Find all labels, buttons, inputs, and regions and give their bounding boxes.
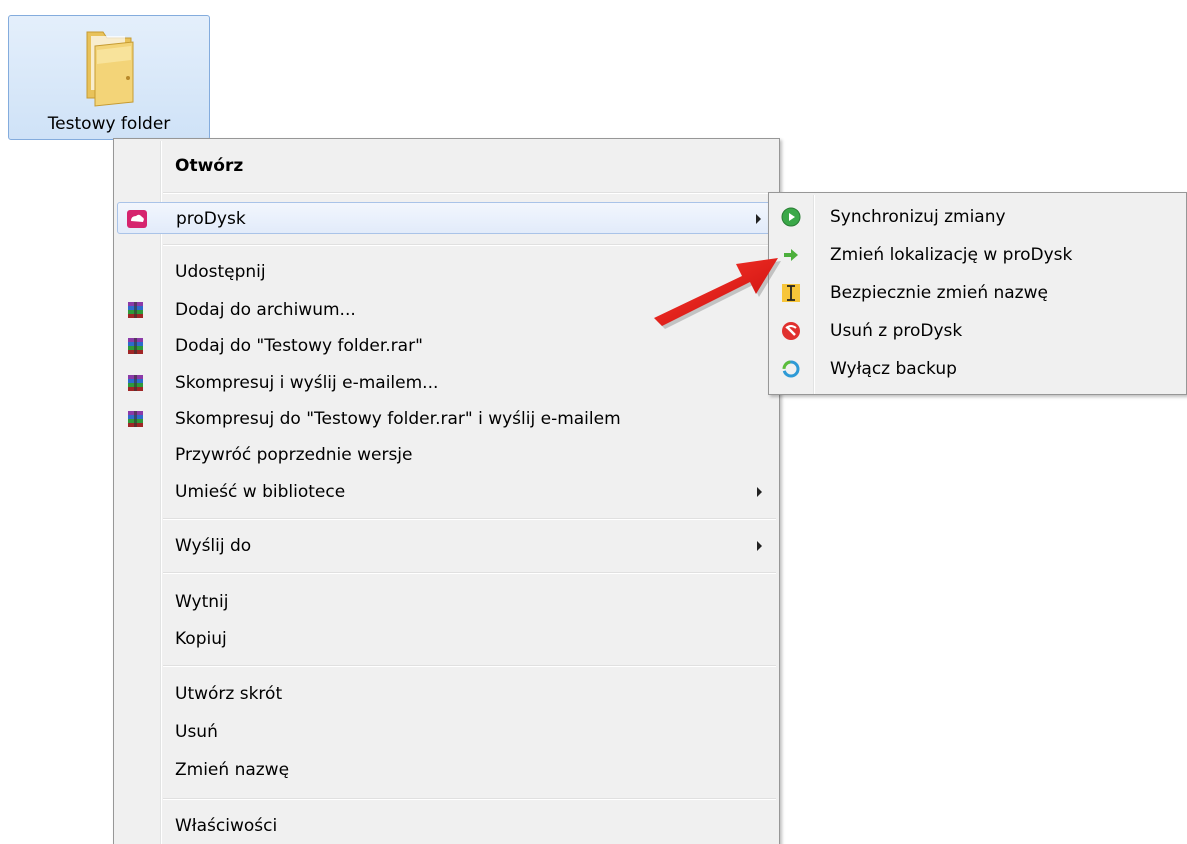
menu-item-send-to[interactable]: Wyślij do: [117, 530, 776, 562]
menu-item-label: Kopiuj: [175, 629, 227, 649]
menu-item-rename[interactable]: Zmień nazwę: [117, 754, 776, 786]
menu-item-label: proDysk: [176, 209, 246, 229]
submenu-arrow-icon: [757, 541, 762, 551]
menu-item-label: Otwórz: [175, 156, 244, 176]
menu-item-cut[interactable]: Wytnij: [117, 586, 776, 618]
menu-item-open[interactable]: Otwórz: [117, 150, 776, 182]
menu-item-create-shortcut[interactable]: Utwórz skrót: [117, 678, 776, 710]
submenu-item-change-location[interactable]: Zmień lokalizację w proDysk: [772, 237, 1183, 273]
menu-item-compress-rar-email[interactable]: Skompresuj do "Testowy folder.rar" i wyś…: [117, 403, 776, 435]
menu-separator: [163, 798, 776, 800]
submenu-arrow-icon: [756, 214, 761, 224]
submenu-item-remove[interactable]: Usuń z proDysk: [772, 313, 1183, 349]
menu-item-label: Zmień nazwę: [175, 760, 290, 780]
folder-label: Testowy folder: [47, 114, 171, 134]
menu-item-label: Umieść w bibliotece: [175, 482, 346, 502]
sync-play-icon: [781, 207, 801, 227]
menu-item-properties[interactable]: Właściwości: [117, 810, 776, 842]
menu-item-label: Dodaj do archiwum...: [175, 300, 356, 320]
winrar-icon: [128, 338, 143, 354]
submenu-item-safe-rename[interactable]: Bezpiecznie zmień nazwę: [772, 275, 1183, 311]
menu-item-label: Właściwości: [175, 816, 278, 836]
submenu-item-label: Zmień lokalizację w proDysk: [830, 245, 1073, 265]
folder-item[interactable]: Testowy folder: [8, 15, 210, 140]
annotation-arrow-icon: [654, 258, 781, 329]
submenu-item-label: Wyłącz backup: [830, 359, 957, 379]
menu-item-label: Dodaj do "Testowy folder.rar": [175, 336, 423, 356]
prodysk-icon: [127, 210, 147, 228]
menu-item-delete[interactable]: Usuń: [117, 716, 776, 748]
submenu-item-label: Synchronizuj zmiany: [830, 207, 1006, 227]
submenu-item-label: Bezpiecznie zmień nazwę: [830, 283, 1048, 303]
winrar-icon: [128, 375, 143, 391]
menu-separator: [163, 192, 776, 194]
menu-item-label: Przywróć poprzednie wersje: [175, 445, 413, 465]
menu-item-label: Skompresuj do "Testowy folder.rar" i wyś…: [175, 409, 621, 429]
menu-item-label: Udostępnij: [175, 262, 266, 282]
submenu-item-label: Usuń z proDysk: [830, 321, 963, 341]
winrar-icon: [128, 302, 143, 318]
prodysk-submenu: Synchronizuj zmiany Zmień lokalizację w …: [768, 192, 1187, 395]
menu-item-copy[interactable]: Kopiuj: [117, 623, 776, 655]
menu-item-compress-email[interactable]: Skompresuj i wyślij e-mailem...: [117, 367, 776, 399]
submenu-item-sync[interactable]: Synchronizuj zmiany: [772, 199, 1183, 235]
menu-item-include-library[interactable]: Umieść w bibliotece: [117, 476, 776, 508]
menu-item-label: Skompresuj i wyślij e-mailem...: [175, 373, 439, 393]
menu-item-restore-versions[interactable]: Przywróć poprzednie wersje: [117, 439, 776, 471]
menu-separator: [163, 665, 776, 667]
submenu-arrow-icon: [757, 487, 762, 497]
menu-item-label: Wytnij: [175, 592, 229, 612]
menu-separator: [163, 518, 776, 520]
winrar-icon: [128, 411, 143, 427]
backup-off-icon: [782, 360, 800, 378]
menu-item-prodysk[interactable]: proDysk: [117, 202, 776, 234]
menu-item-label: Wyślij do: [175, 536, 252, 556]
submenu-item-disable-backup[interactable]: Wyłącz backup: [772, 351, 1183, 387]
desktop: Testowy folder Otwórz proDysk Udostępnij: [0, 0, 1187, 844]
menu-item-label: Usuń: [175, 722, 218, 742]
menu-item-label: Utwórz skrót: [175, 684, 283, 704]
menu-separator: [163, 572, 776, 574]
folder-icon: [86, 31, 134, 107]
